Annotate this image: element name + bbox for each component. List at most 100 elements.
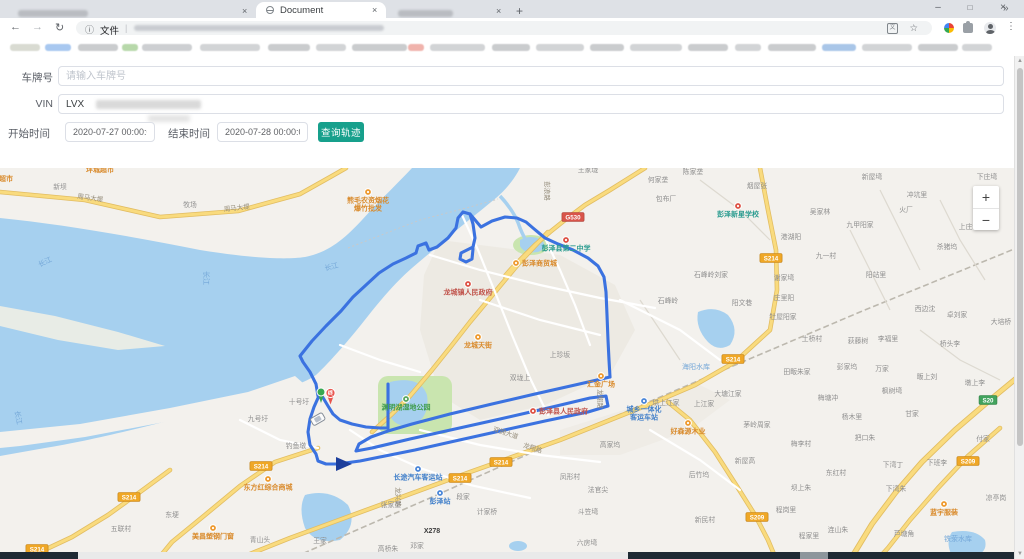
address-scheme-label: 文件 [100,23,119,37]
page-info-icon[interactable]: ⓘ [85,23,94,36]
map-label: 段家 [456,492,470,501]
map-label: X278 [424,528,440,535]
translate-icon[interactable]: 文 [887,23,898,34]
bookmark-chip-blurred[interactable] [122,44,138,51]
road-shield: S214 [250,462,272,471]
bookmark-chip-blurred[interactable] [630,44,682,51]
bookmark-chip-blurred[interactable] [142,44,192,51]
map-label: 何家垄 [648,175,669,184]
extensions-puzzle-icon[interactable] [963,23,973,33]
map-label: 新屋高 [735,456,756,465]
map-label: 牧场 [183,200,197,209]
tab-1-close-icon[interactable]: × [242,6,247,16]
tab-3[interactable]: × [388,3,508,18]
scrollbar-up-arrow[interactable]: ▲ [1015,58,1024,64]
map-label: 双垅上 [510,373,531,382]
map-label: 大培桥 [991,317,1012,326]
map-label: 九甲阳家 [846,220,873,229]
bookmarks-bar [0,38,1024,57]
map-canvas[interactable]: G530S214S214S214S214S214S214S214S209S209… [0,168,1024,552]
map-label: 五联村 [111,524,132,533]
map-label: 王家 [313,536,327,545]
map-label: 梅塘冲 [818,393,839,402]
map-label: 枫树塆 [882,386,903,395]
road-shield: S214 [760,254,782,263]
bookmark-chip-blurred[interactable] [352,44,407,51]
map-label: 六房塆 [577,538,598,547]
vin-label: VIN [0,98,53,110]
bookmark-chip-blurred[interactable] [536,44,584,51]
bookmark-chip-blurred[interactable] [962,44,992,51]
bookmark-chip-blurred[interactable] [78,44,118,51]
map-label: 斗笠塆 [578,507,599,516]
forward-icon[interactable]: → [32,21,43,33]
tab-active-close-icon[interactable]: × [372,5,377,15]
bookmark-star-icon[interactable]: ☆ [909,23,918,34]
query-form-panel: 车牌号 VIN 开始时间 结束时间 查询轨迹 [0,56,1024,168]
svg-text:长途汽车客运站: 长途汽车客运站 [394,473,443,482]
menu-kebab-icon[interactable]: ⋮ [1006,21,1016,32]
svg-text:彭泽县人民政府: 彭泽县人民政府 [539,407,588,416]
address-bar[interactable]: ⓘ 文件 | 文 ☆ [76,21,932,35]
bookmark-chip-blurred[interactable] [735,44,761,51]
bookmark-chip-blurred[interactable] [492,44,530,51]
start-time-input[interactable] [65,122,155,142]
map-label: 长江 [202,271,211,285]
bookmark-chip-blurred[interactable] [430,44,485,51]
profile-avatar[interactable] [984,22,996,34]
bookmark-chip-blurred[interactable] [200,44,260,51]
map-label: 程家里 [799,531,820,540]
vin-blurred-value [96,100,201,109]
bookmark-chip-blurred[interactable] [408,44,424,51]
window-minimize-button[interactable]: – [925,2,951,13]
new-tab-button[interactable]: + [516,4,523,18]
svg-text:熊毛农资烟花: 熊毛农资烟花 [347,196,389,205]
query-track-button[interactable]: 查询轨迹 [318,122,364,142]
bookmark-chip-blurred[interactable] [268,44,310,51]
svg-text:S214: S214 [764,256,779,263]
svg-text:S209: S209 [750,515,765,522]
map-label: 坝上朱 [791,483,812,492]
zoom-in-button[interactable]: + [973,186,999,208]
bookmark-chip-blurred[interactable] [45,44,71,51]
bookmark-chip-blurred[interactable] [862,44,912,51]
svg-text:龙城镇人民政府: 龙城镇人民政府 [443,288,493,297]
bookmarks-overflow-chevron[interactable]: » [1003,3,1009,14]
reload-icon[interactable]: ↻ [55,21,64,34]
road-shield: S214 [449,474,471,483]
zoom-out-button[interactable]: − [973,208,999,230]
map-label: 田畈朱家 [783,367,810,376]
scrollbar-down-arrow[interactable]: ▼ [1015,551,1024,557]
map-label: 九号圩 [248,414,269,423]
bookmark-chip-blurred[interactable] [918,44,958,51]
tab-active-document[interactable]: Document × [256,2,386,18]
bookmark-chip-blurred[interactable] [822,44,856,51]
map-label: 梅李村 [791,439,812,448]
map-label: 杨木里 [842,412,863,421]
bookmark-chip-blurred[interactable] [316,44,346,51]
svg-text:汇金广场: 汇金广场 [587,380,615,389]
svg-text:彭泽站: 彭泽站 [430,497,451,506]
start-time-label: 开始时间 [0,126,50,141]
svg-text:城乡一体化: 城乡一体化 [627,405,662,414]
plate-input[interactable] [58,66,1004,86]
bookmark-chip-blurred[interactable] [590,44,624,51]
map-label: 阳文巷 [732,298,753,307]
bookmark-chip-blurred[interactable] [768,44,816,51]
bookmark-chip-blurred[interactable] [10,44,40,51]
road-shield: S209 [746,513,768,522]
yuanminghu-lake [387,380,428,426]
svg-text:蓝宇服装: 蓝宇服装 [930,508,958,517]
extension-colorful-icon[interactable] [944,23,954,33]
bookmark-chip-blurred[interactable] [688,44,728,51]
map-label: 后竹坞 [689,470,710,479]
road-shield: S214 [722,355,744,364]
map-label: 程岗里 [776,505,797,514]
scrollbar-thumb[interactable] [1017,68,1023,446]
tab-3-close-icon[interactable]: × [496,6,501,16]
window-maximize-button[interactable]: □ [957,3,983,12]
page-scrollbar[interactable]: ▲ ▼ [1014,56,1024,559]
back-icon[interactable]: ← [10,21,21,33]
end-time-input[interactable] [217,122,308,142]
tab-1[interactable]: × [8,3,254,18]
